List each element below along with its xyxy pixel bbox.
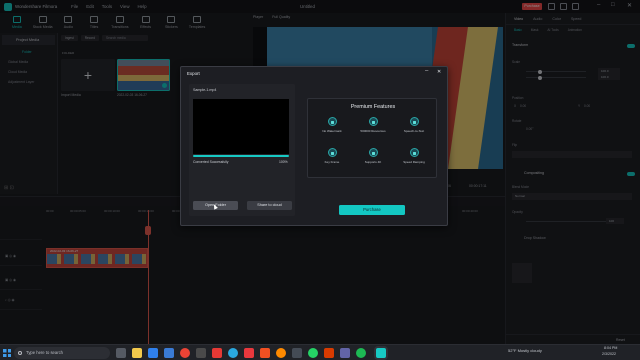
export-dialog: Export – ✕ Sample-1.mp4 Converted Succes… (180, 66, 448, 226)
task-view-icon[interactable] (116, 348, 126, 358)
feature-label: Speed Ramping (403, 160, 425, 164)
windows-taskbar: Type here to search 52°F Mostly cloudy 8… (0, 344, 640, 360)
feature-4k: Supports 4K (356, 148, 390, 164)
app-icon[interactable] (196, 348, 206, 358)
export-status: Converted Successfully (193, 160, 229, 164)
premium-features-panel: Premium Features No Watermark 500000 Res… (307, 98, 437, 178)
edge-icon[interactable] (148, 348, 158, 358)
search-icon (18, 350, 22, 355)
taskbar-search-placeholder: Type here to search (26, 350, 64, 355)
clock-date[interactable]: 2/3/2022 (602, 352, 616, 356)
skype-icon[interactable] (228, 348, 238, 358)
feature-speed-ramping: Speed Ramping (397, 148, 431, 164)
teams-icon[interactable] (340, 348, 350, 358)
key-frame-icon (327, 148, 337, 157)
spotify-icon[interactable] (356, 348, 366, 358)
export-preview (193, 99, 289, 154)
feature-no-watermark: No Watermark (315, 117, 349, 133)
windows-start-icon[interactable] (3, 349, 11, 357)
feature-label: Speech-to-Text (403, 129, 425, 133)
export-filename: Sample-1.mp4 (193, 88, 217, 92)
feature-resources: 500000 Resources (356, 117, 390, 133)
whatsapp-icon[interactable] (308, 348, 318, 358)
weather-status[interactable]: 52°F Mostly cloudy (508, 348, 542, 353)
store-icon[interactable] (164, 348, 174, 358)
dialog-close-icon[interactable]: ✕ (437, 69, 441, 75)
feature-label: Key Frame (324, 160, 340, 164)
4k-icon (368, 148, 378, 157)
resources-icon (368, 117, 378, 126)
open-folder-button[interactable]: Open Folder (193, 201, 238, 210)
feature-speech-to-text: Speech-to-Text (397, 117, 431, 133)
dialog-minimize-icon[interactable]: – (425, 68, 428, 74)
app-icon[interactable] (212, 348, 222, 358)
no-watermark-icon (327, 117, 337, 126)
filmora-taskbar-icon[interactable] (376, 348, 386, 358)
export-progress-bar (193, 155, 289, 158)
taskbar-search-input[interactable]: Type here to search (14, 347, 110, 359)
speed-ramping-icon (409, 148, 419, 157)
chrome-icon[interactable] (180, 348, 190, 358)
share-to-cloud-button[interactable]: Share to cloud (247, 201, 292, 210)
feature-key-frame: Key Frame (315, 148, 349, 164)
export-dialog-title: Export (187, 71, 200, 76)
premium-features-title: Premium Features (350, 104, 396, 110)
export-percent: 100% (279, 160, 288, 164)
powerpoint-icon[interactable] (324, 348, 334, 358)
app-icon[interactable] (292, 348, 302, 358)
feature-label: Supports 4K (364, 160, 382, 164)
office-icon[interactable] (260, 348, 270, 358)
export-result-panel: Sample-1.mp4 Converted Successfully 100%… (189, 84, 295, 216)
speech-to-text-icon (409, 117, 419, 126)
feature-label: No Watermark (322, 129, 342, 133)
firefox-icon[interactable] (276, 348, 286, 358)
feature-label: 500000 Resources (360, 129, 386, 133)
purchase-button[interactable]: Purchase (339, 205, 405, 215)
clock-time[interactable]: 8:04 PM (604, 346, 617, 350)
youtube-icon[interactable] (244, 348, 254, 358)
file-explorer-icon[interactable] (132, 348, 142, 358)
